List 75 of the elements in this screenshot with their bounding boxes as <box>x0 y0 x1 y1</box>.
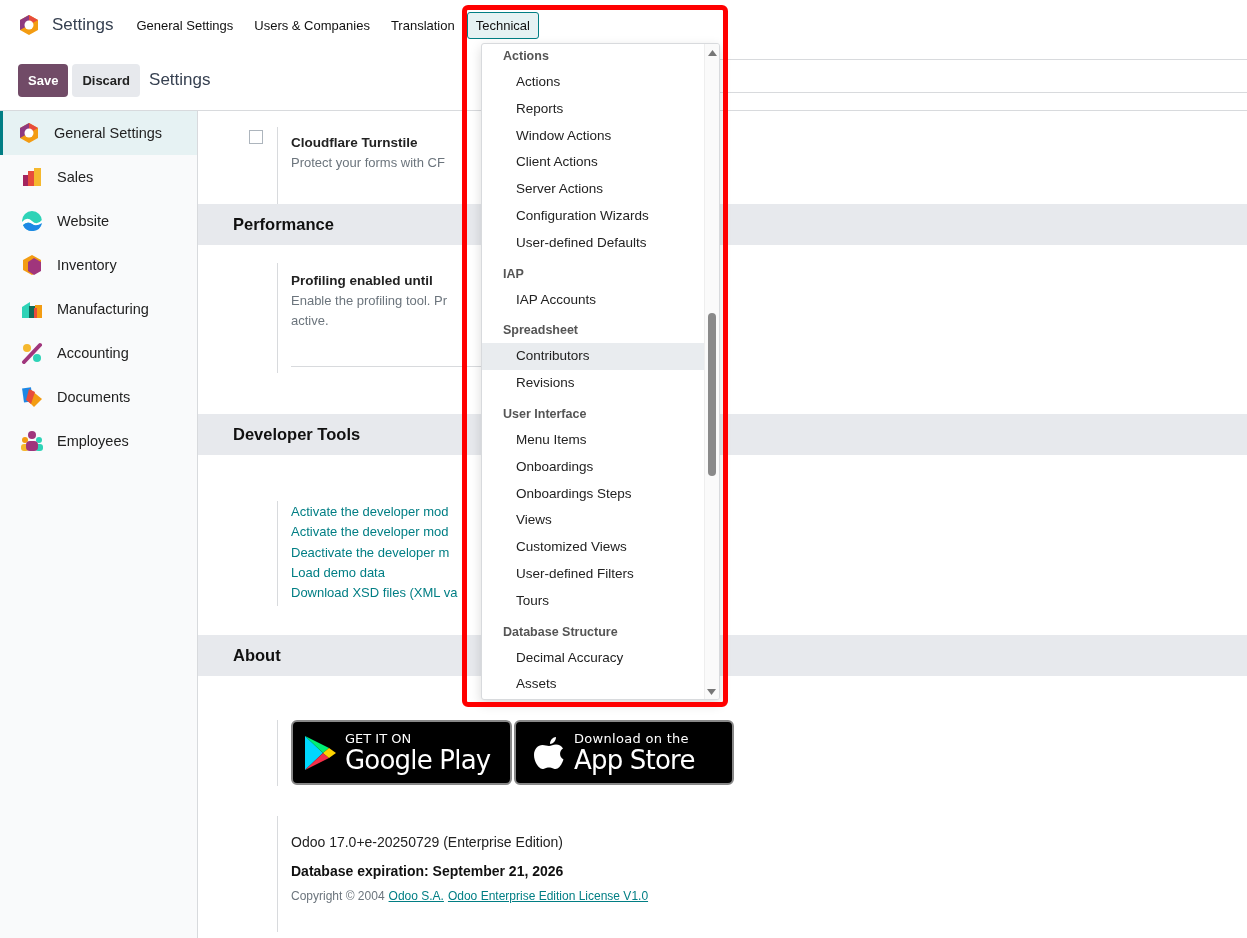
menu-group-header: Actions <box>502 48 550 65</box>
dropdown-item[interactable]: Window Actions <box>482 122 704 150</box>
scroll-down-icon <box>707 689 716 695</box>
app-icon <box>18 122 40 144</box>
app-icon <box>21 430 43 452</box>
play-triangle-icon <box>303 733 337 772</box>
sidebar-item[interactable]: Inventory <box>0 243 197 287</box>
menu-item[interactable]: Translation <box>381 11 464 39</box>
sidebar-item[interactable]: General Settings <box>0 111 197 155</box>
app-icon <box>21 166 43 188</box>
google-play-badge[interactable]: GET IT ON Google Play <box>291 720 512 785</box>
expiration-text: Database expiration: September 21, 2026 <box>291 862 565 881</box>
version-text: Odoo 17.0+e-20250729 (Enterprise Edition) <box>291 833 564 852</box>
sidebar-item[interactable]: Sales <box>0 155 197 199</box>
sidebar-item[interactable]: Manufacturing <box>0 287 197 331</box>
app-icon <box>21 254 43 276</box>
scrollbar-thumb[interactable] <box>708 313 716 476</box>
sidebar-item[interactable]: Accounting <box>0 331 197 375</box>
section-title: About <box>233 646 281 665</box>
footer-link[interactable]: Odoo S.A. <box>388 889 444 903</box>
dropdown-item[interactable]: Decimal Accuracy <box>482 644 704 672</box>
menu-group-header: Spreadsheet <box>502 322 580 340</box>
menu-item[interactable]: Technical <box>466 11 539 39</box>
copyright-text: Copyright © 2004 <box>291 889 385 903</box>
menu-group-header: IAP <box>502 265 525 283</box>
developer-link[interactable]: Deactivate the developer m <box>291 542 450 563</box>
scroll-up-icon <box>707 50 717 56</box>
dropdown-item[interactable]: IAP Accounts <box>482 286 704 314</box>
save-button[interactable]: Save <box>18 63 69 97</box>
dropdown-item[interactable]: Views <box>482 507 704 535</box>
dropdown-item[interactable]: Assets <box>482 671 704 699</box>
section-title: Developer Tools <box>233 425 361 444</box>
dropdown-item[interactable]: Contributors <box>482 343 704 371</box>
search-bar[interactable] <box>720 59 1247 93</box>
setting-description: active. <box>291 312 330 330</box>
section-title: Performance <box>233 215 334 234</box>
app-title: Settings <box>52 15 114 35</box>
app-logo-icon <box>18 14 40 36</box>
dropdown-item[interactable]: Onboardings Steps <box>482 480 704 508</box>
dropdown-item[interactable]: Actions <box>482 69 704 96</box>
dropdown-item[interactable]: Onboardings <box>482 453 704 481</box>
checkbox[interactable] <box>249 130 263 144</box>
developer-link[interactable]: Activate the developer mod <box>291 522 449 543</box>
sidebar-item[interactable]: Employees <box>0 419 197 463</box>
dropdown-item[interactable]: Customized Views <box>482 534 704 561</box>
dropdown-item[interactable]: Tours <box>482 587 704 615</box>
dropdown-item[interactable]: Client Actions <box>482 149 704 177</box>
menu-group-header: User Interface <box>502 405 588 423</box>
sidebar-item[interactable]: Documents <box>0 375 197 419</box>
dropdown-item[interactable]: Menu Items <box>482 426 704 454</box>
dropdown-item[interactable]: Configuration Wizards <box>482 203 704 230</box>
app-icon <box>21 342 43 364</box>
developer-link[interactable]: Activate the developer mod <box>291 502 449 523</box>
sidebar-item[interactable]: Website <box>0 199 197 243</box>
dropdown-item[interactable]: Revisions <box>482 370 704 397</box>
dropdown-item[interactable]: User-defined Filters <box>482 560 704 588</box>
app-icon <box>21 210 43 232</box>
app-store-badge[interactable]: Download on the App Store <box>514 720 734 785</box>
setting-description: Enable the profiling tool. Pr <box>291 292 448 310</box>
scrollbar[interactable] <box>704 44 719 699</box>
footer-link[interactable]: Odoo Enterprise Edition License V1.0 <box>447 889 649 903</box>
developer-link[interactable]: Load demo data <box>291 562 385 584</box>
developer-link[interactable]: Download XSD files (XML va <box>291 583 458 604</box>
menu-item[interactable]: Users & Companies <box>245 11 379 39</box>
setting-title: Profiling enabled until <box>291 272 434 290</box>
dropdown-item[interactable]: User-defined Defaults <box>482 229 704 257</box>
menu-item[interactable]: General Settings <box>127 11 243 39</box>
app-icon <box>21 386 43 408</box>
menu-group-header: Database Structure <box>502 623 619 641</box>
dropdown-item[interactable]: Reports <box>482 95 704 123</box>
setting-title: Cloudflare Turnstile <box>291 134 419 152</box>
dropdown-item[interactable]: Server Actions <box>482 176 704 203</box>
discard-button[interactable]: Discard <box>72 63 141 97</box>
breadcrumb: Settings <box>149 70 211 90</box>
setting-description: Protect your forms with CF <box>291 154 445 172</box>
